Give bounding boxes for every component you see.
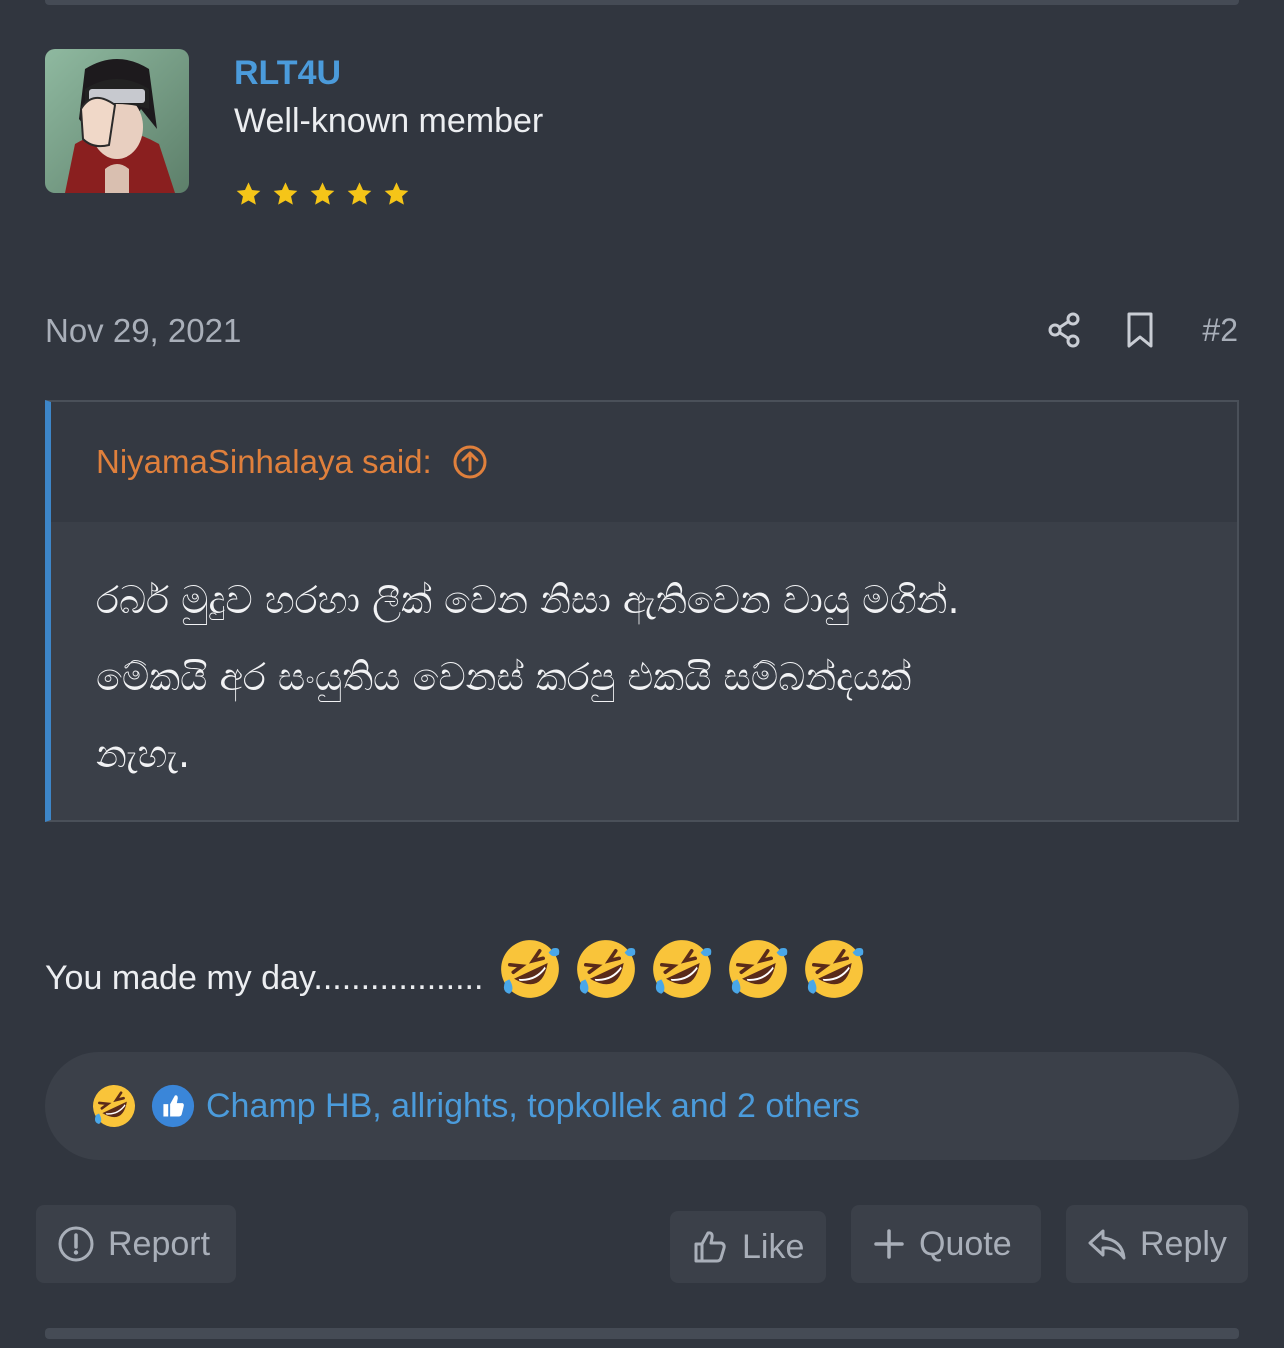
star-icon — [273, 182, 298, 205]
quote-author[interactable]: NiyamaSinhalaya said: — [96, 443, 432, 481]
reply-label: Reply — [1140, 1224, 1227, 1263]
rofl-emoji-icon — [501, 940, 560, 998]
star-icon — [347, 182, 372, 205]
bottom-divider — [45, 1328, 1239, 1339]
rofl-emoji-icon — [805, 940, 864, 998]
username[interactable]: RLT4U — [234, 54, 341, 93]
user-rating-stars — [234, 180, 411, 209]
top-divider — [45, 0, 1239, 5]
bookmark-icon[interactable] — [1124, 310, 1156, 350]
reactions-bar[interactable]: Champ HB, allrights, topkollek and 2 oth… — [45, 1052, 1239, 1160]
reply-button[interactable]: Reply — [1066, 1205, 1248, 1283]
report-label: Report — [108, 1224, 211, 1263]
quote-line: මේකයි අර සංයුතිය වෙනස් කරපු එකයි සම්බන්ද… — [96, 655, 912, 699]
quote-header[interactable]: NiyamaSinhalaya said: — [51, 402, 1237, 522]
star-icon — [236, 182, 261, 205]
alert-circle-icon — [58, 1226, 94, 1262]
reactors-list[interactable]: Champ HB, allrights, topkollek and 2 oth… — [206, 1087, 860, 1126]
thumbs-up-icon — [694, 1231, 726, 1263]
laugh-reaction-icon[interactable] — [90, 1082, 138, 1130]
report-button[interactable]: Report — [36, 1205, 236, 1283]
rofl-emoji-icon — [577, 940, 636, 998]
post-date[interactable]: Nov 29, 2021 — [45, 312, 241, 350]
quote-body: රබර් මුදුව හරහා ලීක් වෙන නිසා ඇතිවෙන වාය… — [51, 522, 1237, 793]
star-icon — [310, 182, 335, 205]
share-icon[interactable] — [1046, 310, 1082, 350]
post-header-actions: #2 — [1046, 310, 1238, 350]
quote-line: රබර් මුදුව හරහා ලීක් වෙන නිසා ඇතිවෙන වාය… — [96, 578, 960, 622]
post-number[interactable]: #2 — [1202, 312, 1238, 349]
quote-block: NiyamaSinhalaya said: රබර් මුදුව හරහා ලී… — [45, 400, 1239, 822]
avatar[interactable] — [45, 49, 189, 193]
like-label: Like — [742, 1227, 805, 1266]
quote-line: නැහැ. — [96, 732, 191, 776]
arrow-up-circle-icon[interactable] — [452, 444, 488, 480]
quote-label: Quote — [919, 1224, 1012, 1263]
plus-icon — [874, 1229, 904, 1259]
like-reaction-icon[interactable] — [150, 1083, 196, 1129]
rofl-emoji-icon — [653, 940, 712, 998]
user-title: Well-known member — [234, 102, 544, 140]
quote-button[interactable]: Quote — [851, 1205, 1041, 1283]
message-text: You made my day.................. — [45, 958, 484, 997]
star-icon — [384, 182, 409, 205]
rofl-emoji-icon — [729, 940, 788, 998]
reply-icon — [1088, 1229, 1126, 1260]
post-message: You made my day.................. — [45, 936, 877, 1002]
like-button[interactable]: Like — [670, 1211, 826, 1283]
